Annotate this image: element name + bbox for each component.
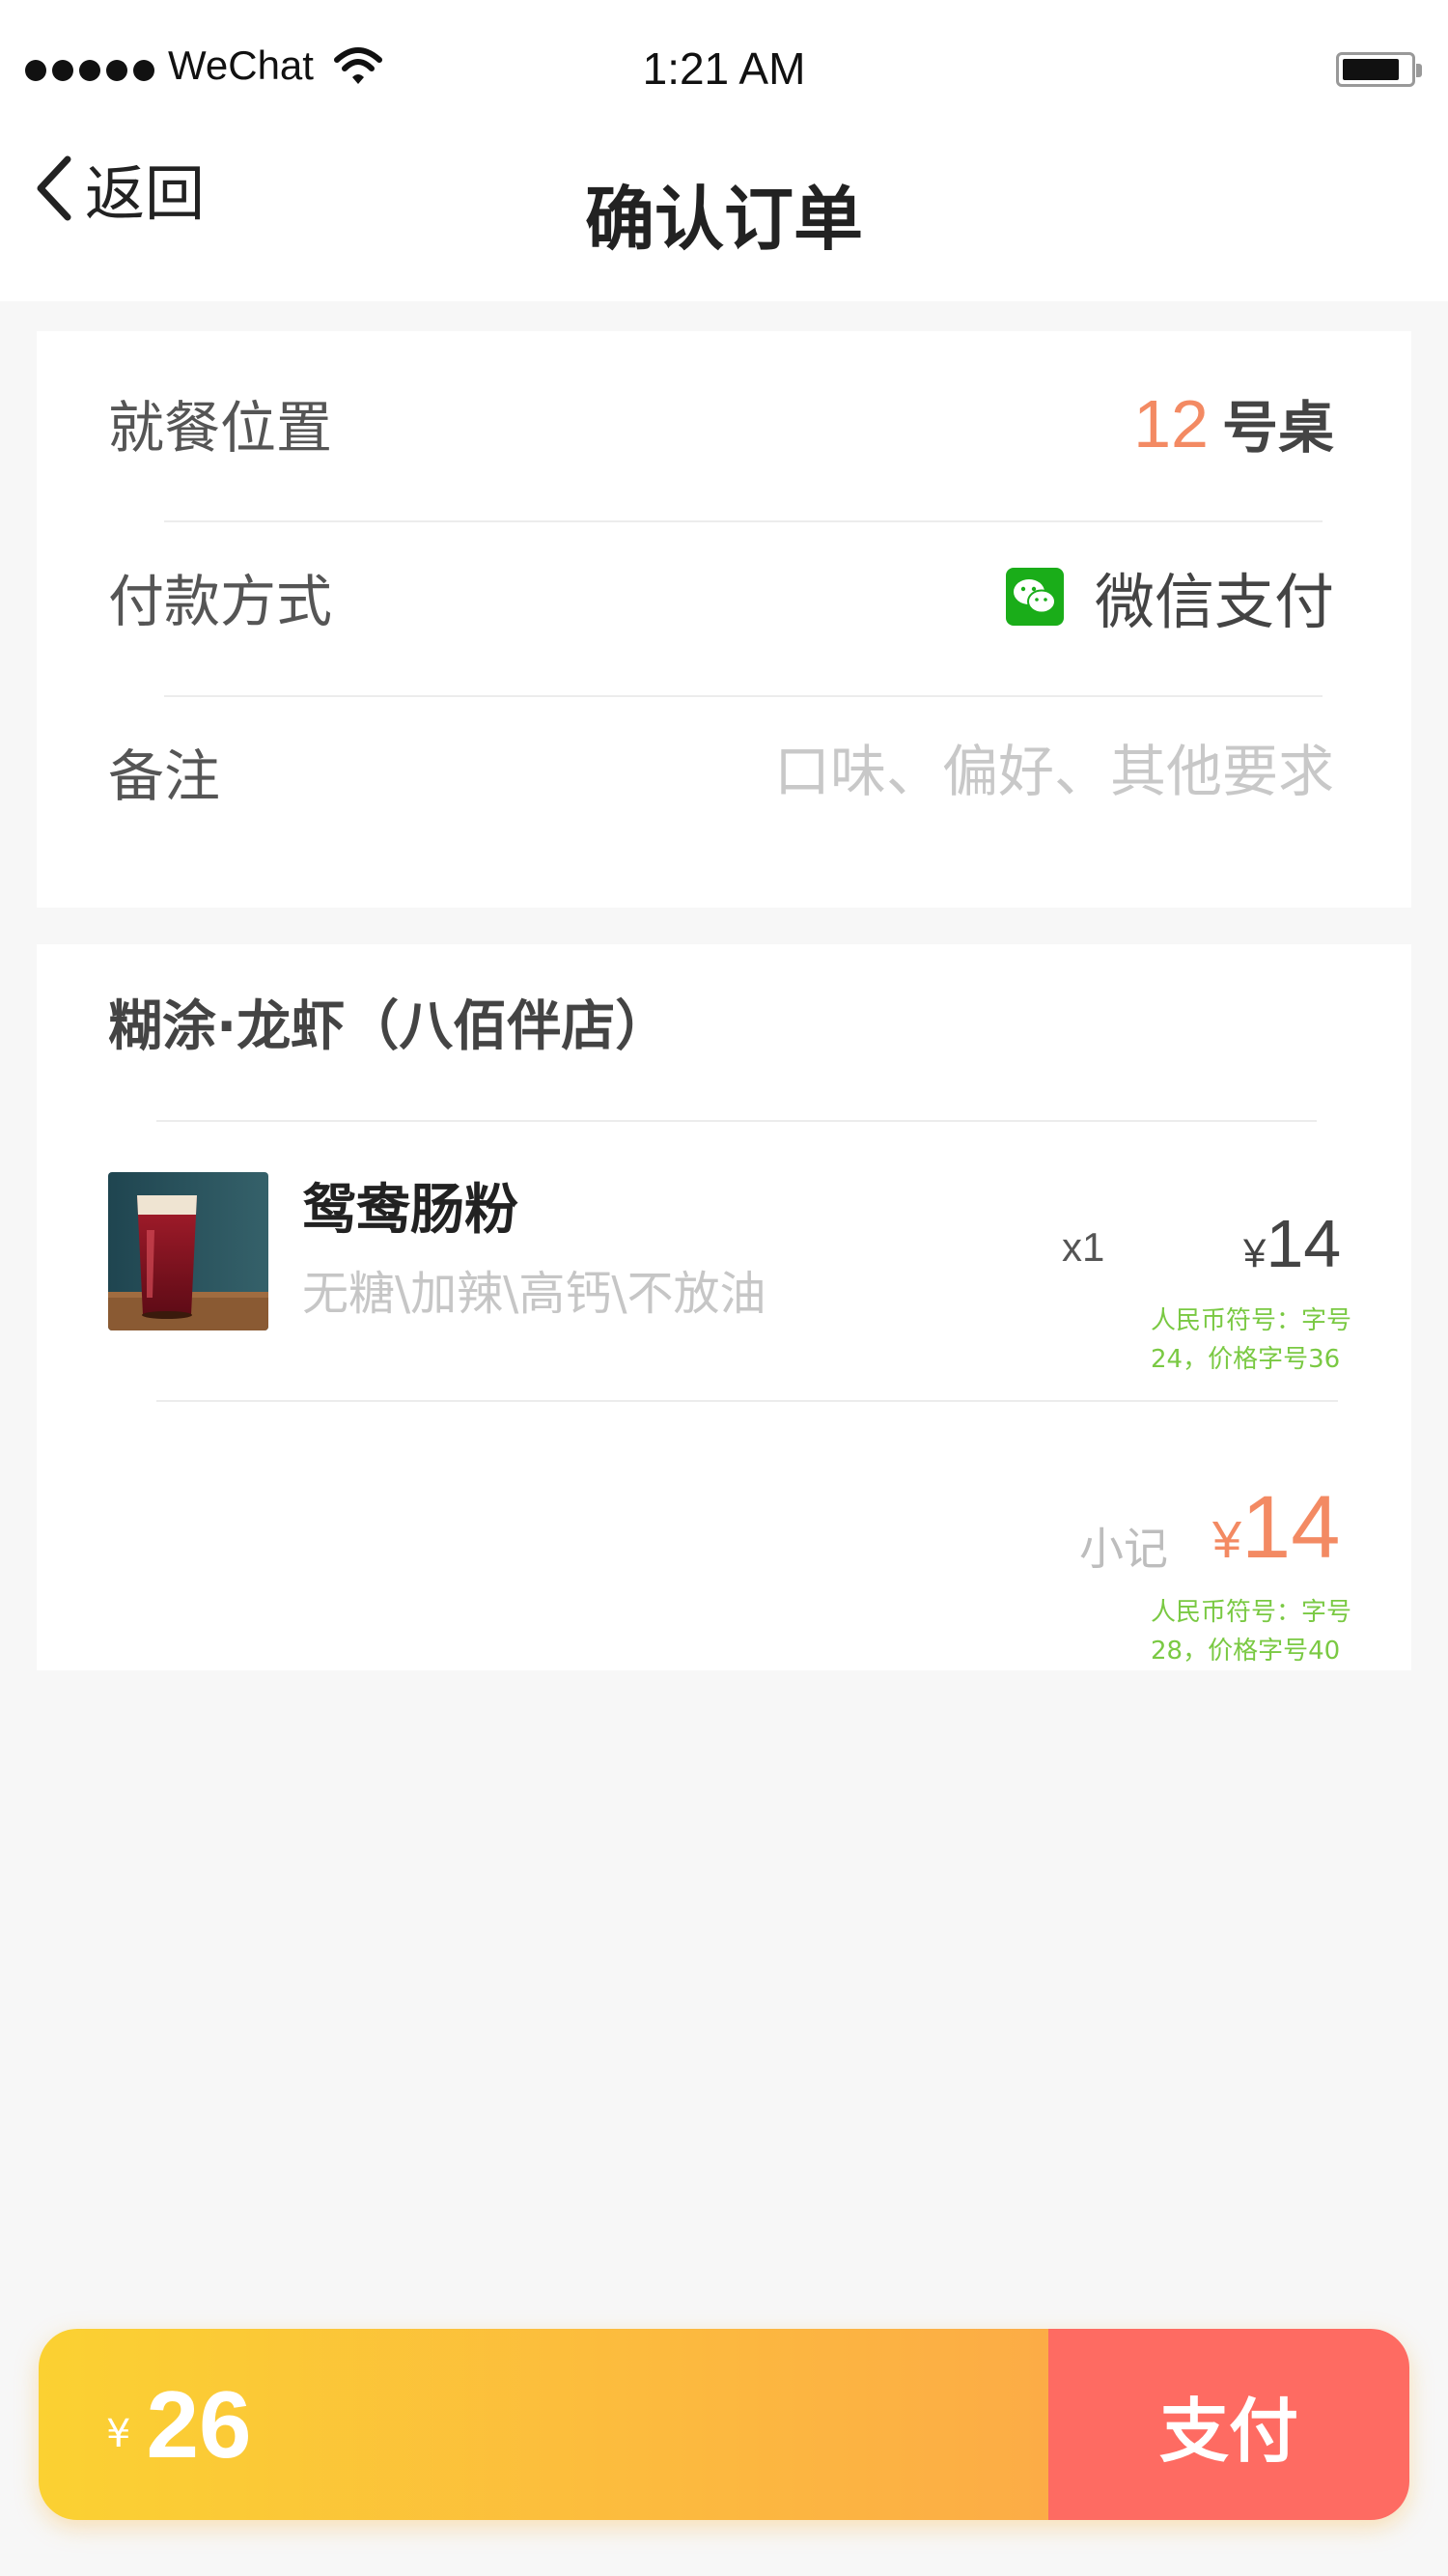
- wechat-icon: [1005, 568, 1064, 626]
- shop-name: 糊涂·龙虾（八佰伴店）: [108, 995, 670, 1058]
- currency-symbol: ¥: [106, 2412, 131, 2456]
- item-quantity: x1: [1062, 1224, 1105, 1270]
- table-unit: 号桌: [1221, 395, 1334, 461]
- remark-input[interactable]: [658, 739, 1334, 804]
- item-price-value: 14: [1266, 1206, 1342, 1281]
- status-time: 1:21 AM: [642, 43, 806, 94]
- pay-bar: ¥ 26 支付: [39, 2329, 1409, 2520]
- price-font-annotation: 人民币符号：字号 24，价格字号36: [1151, 1306, 1352, 1374]
- dining-location-label: 就餐位置: [108, 395, 333, 461]
- divider: [156, 1120, 1317, 1122]
- table-number: 12: [1133, 386, 1209, 462]
- order-items-card: 糊涂·龙虾（八佰伴店） 鸳鸯肠粉 无糖\加辣\高钙\不放油 x1 ¥14 人民币…: [37, 944, 1411, 1670]
- payment-method-name: 微信支付: [1094, 567, 1334, 637]
- item-thumbnail: [108, 1172, 268, 1330]
- subtotal-value: 14: [1241, 1478, 1341, 1577]
- remark-row: 备注: [108, 685, 1334, 858]
- item-price: ¥14: [1243, 1205, 1341, 1282]
- divider: [156, 1400, 1338, 1402]
- remark-label: 备注: [108, 743, 221, 809]
- currency-symbol: ¥: [1212, 1511, 1242, 1569]
- payment-method-row[interactable]: 付款方式 微信支付: [108, 510, 1334, 684]
- nav-bar: 返回 确认订单: [0, 145, 1448, 301]
- subtotal-price: ¥14: [1212, 1477, 1340, 1579]
- item-name: 鸳鸯肠粉: [302, 1179, 518, 1242]
- pay-button[interactable]: 支付: [1048, 2329, 1409, 2520]
- item-options: 无糖\加辣\高钙\不放油: [302, 1267, 766, 1321]
- dining-location-row: 就餐位置 12 号桌: [108, 336, 1334, 510]
- total-value: 26: [146, 2370, 252, 2478]
- payment-method-value: 微信支付: [1005, 553, 1334, 640]
- page-title: 确认订单: [584, 179, 863, 260]
- battery-icon: [1336, 52, 1422, 87]
- currency-symbol: ¥: [1243, 1230, 1267, 1275]
- table-number-value: 12 号桌: [1133, 382, 1334, 463]
- subtotal-label: 小记: [1079, 1523, 1168, 1575]
- subtotal-font-annotation: 人民币符号：字号 28，价格字号40: [1151, 1598, 1352, 1666]
- payment-method-label: 付款方式: [108, 569, 333, 634]
- order-info-card: 就餐位置 12 号桌 付款方式 微信支付 备注: [37, 331, 1411, 908]
- status-bar: WeChat 1:21 AM: [0, 0, 1448, 145]
- total-amount: ¥ 26: [39, 2329, 1048, 2520]
